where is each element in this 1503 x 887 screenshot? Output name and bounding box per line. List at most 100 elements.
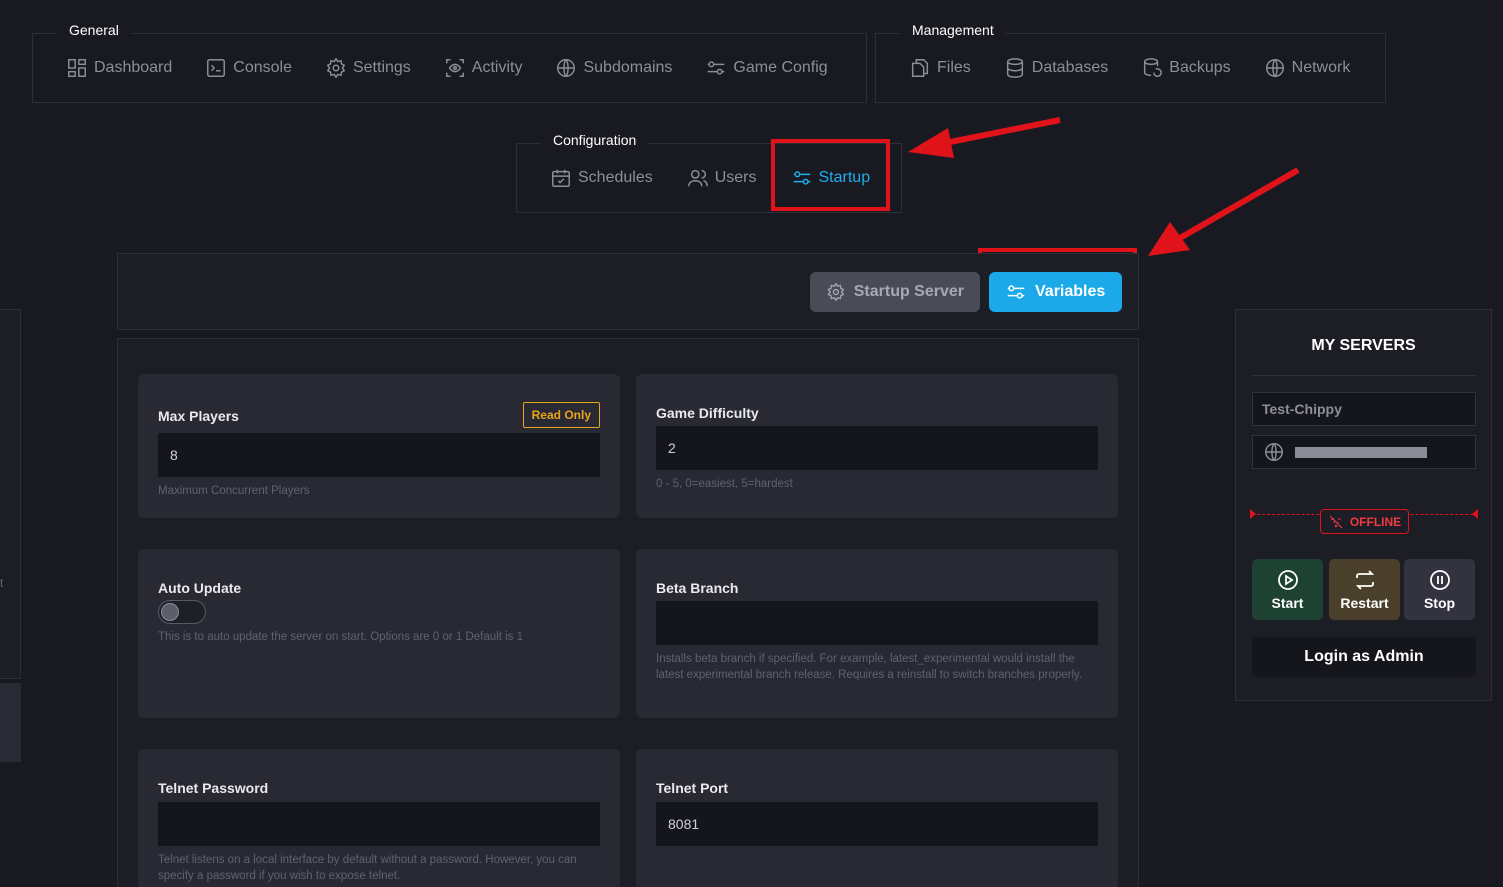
- start-label: Start: [1271, 595, 1304, 611]
- beta-branch-field[interactable]: [656, 601, 1098, 645]
- restart-label: Restart: [1340, 595, 1389, 611]
- highlight-box-startup: [771, 139, 890, 211]
- pause-icon: [1429, 570, 1450, 590]
- play-icon: [1277, 570, 1298, 590]
- status-line-end: [1472, 509, 1478, 519]
- terminal-icon: [207, 59, 226, 77]
- globe-icon: [1265, 59, 1284, 77]
- nav-item-subdomains[interactable]: Subdomains: [555, 57, 672, 79]
- telnet-password-field[interactable]: [158, 802, 600, 846]
- arrow-icon: [1148, 167, 1300, 256]
- nav-item-label: Backups: [1169, 59, 1231, 76]
- startup-toolbar: [117, 253, 1139, 330]
- nav-item-label: Subdomains: [583, 59, 673, 76]
- variable-card-telnet-port: Telnet Port 8081: [636, 749, 1118, 887]
- backup-icon: [1144, 58, 1163, 77]
- variable-description: Maximum Concurrent Players: [158, 485, 310, 497]
- nav-item-label: Files: [937, 59, 971, 76]
- my-servers-panel: MY SERVERS Test-Chippy OFFLINE Start Res…: [1235, 309, 1492, 701]
- gear-icon: [326, 57, 346, 79]
- nav-item-label: Console: [233, 59, 292, 76]
- nav-item-console[interactable]: Console: [205, 57, 292, 79]
- redacted-address: [1295, 446, 1427, 458]
- sliders-icon: [708, 61, 725, 75]
- status-line-end: [1250, 509, 1256, 519]
- status-badge: OFFLINE: [1320, 509, 1409, 534]
- game-difficulty-field[interactable]: 2: [656, 426, 1098, 470]
- left-panel-edge: [0, 309, 21, 679]
- variables-button[interactable]: Variables: [989, 272, 1122, 312]
- left-panel-text: t: [0, 576, 4, 590]
- dashboard-icon: [68, 59, 86, 77]
- nav-item-network[interactable]: Network: [1264, 57, 1351, 79]
- arrow-icon: [908, 117, 1061, 158]
- variable-label: Auto Update: [158, 580, 242, 596]
- nav-item-label: Activity: [471, 59, 523, 76]
- variable-description: Installs beta branch if specified. For e…: [656, 653, 1083, 681]
- nav-item-users[interactable]: Users: [687, 167, 757, 189]
- variable-label: Telnet Port: [656, 780, 729, 796]
- my-servers-title: MY SERVERS: [1311, 337, 1416, 354]
- variable-label: Telnet Password: [158, 780, 269, 796]
- nav-group-title: Management: [900, 18, 1006, 42]
- nav-item-label: Users: [714, 169, 757, 186]
- database-icon: [1006, 58, 1023, 78]
- variable-description: This is to auto update the server on sta…: [158, 631, 523, 643]
- auto-update-toggle[interactable]: [158, 600, 206, 624]
- nav-item-settings[interactable]: Settings: [325, 57, 411, 79]
- nav-item-dashboard[interactable]: Dashboard: [66, 57, 172, 79]
- variable-card-auto-update: Auto Update This is to auto update the s…: [138, 549, 620, 718]
- nav-group-title: Configuration: [541, 128, 649, 152]
- eye-scan-icon: [445, 59, 464, 77]
- nav-item-label: Game Config: [733, 59, 828, 76]
- sliders-icon: [1007, 285, 1025, 299]
- divider: [1252, 375, 1476, 376]
- stop-label: Stop: [1423, 595, 1456, 611]
- stop-button[interactable]: Stop: [1404, 559, 1475, 620]
- nav-item-databases[interactable]: Databases: [1004, 57, 1109, 79]
- server-name[interactable]: Test-Chippy: [1252, 392, 1476, 426]
- variable-description: Telnet listens on a local interface by d…: [158, 854, 577, 882]
- users-icon: [687, 169, 708, 187]
- nav-item-label: Schedules: [578, 169, 653, 186]
- variable-description: 0 - 5, 0=easiest, 5=hardest: [656, 478, 793, 490]
- variable-card-game-difficulty: Game Difficulty 2 0 - 5, 0=easiest, 5=ha…: [636, 374, 1118, 518]
- nav-group-title: General: [57, 18, 131, 42]
- globe-icon: [1265, 443, 1283, 461]
- nav-item-label: Databases: [1031, 59, 1109, 76]
- nav-item-label: Settings: [352, 59, 411, 76]
- restart-icon: [1355, 570, 1374, 590]
- nav-item-label: Dashboard: [94, 59, 173, 76]
- login-as-admin-button[interactable]: Login as Admin: [1252, 637, 1476, 677]
- gear-icon: [827, 282, 845, 302]
- max-players-field[interactable]: 8: [158, 433, 600, 477]
- start-button[interactable]: Start: [1252, 559, 1323, 620]
- globe-icon: [557, 59, 576, 77]
- nav-group-general: General Dashboard Console Settings Activ…: [32, 18, 867, 103]
- startup-server-button[interactable]: Startup Server: [810, 272, 980, 312]
- variable-card-max-players: Max Players Read Only 8 Maximum Concurre…: [138, 374, 620, 518]
- variable-label: Game Difficulty: [656, 405, 759, 421]
- status-text: OFFLINE: [1349, 514, 1402, 529]
- nav-item-schedules[interactable]: Schedules: [550, 167, 653, 189]
- wifi-off-icon: [1329, 515, 1343, 528]
- variable-label: Max Players: [158, 408, 239, 424]
- read-only-badge: Read Only: [522, 402, 600, 428]
- nav-item-files[interactable]: Files: [909, 57, 971, 79]
- nav-item-label: Network: [1291, 59, 1351, 76]
- nav-item-activity[interactable]: Activity: [444, 57, 523, 79]
- variable-card-beta-branch: Beta Branch Installs beta branch if spec…: [636, 549, 1118, 718]
- variable-label: Beta Branch: [656, 580, 739, 596]
- nav-item-backups[interactable]: Backups: [1141, 57, 1231, 79]
- left-panel-edge-lower: [0, 683, 21, 762]
- variables-label: Variables: [1035, 283, 1106, 300]
- variable-card-telnet-password: Telnet Password Telnet listens on a loca…: [138, 749, 620, 887]
- server-address[interactable]: [1252, 435, 1476, 469]
- startup-server-label: Startup Server: [853, 283, 964, 300]
- files-icon: [911, 59, 929, 77]
- restart-button[interactable]: Restart: [1329, 559, 1400, 620]
- nav-item-game-config[interactable]: Game Config: [705, 57, 828, 79]
- calendar-check-icon: [552, 169, 570, 187]
- toggle-knob: [161, 603, 179, 621]
- telnet-port-field[interactable]: 8081: [656, 802, 1098, 846]
